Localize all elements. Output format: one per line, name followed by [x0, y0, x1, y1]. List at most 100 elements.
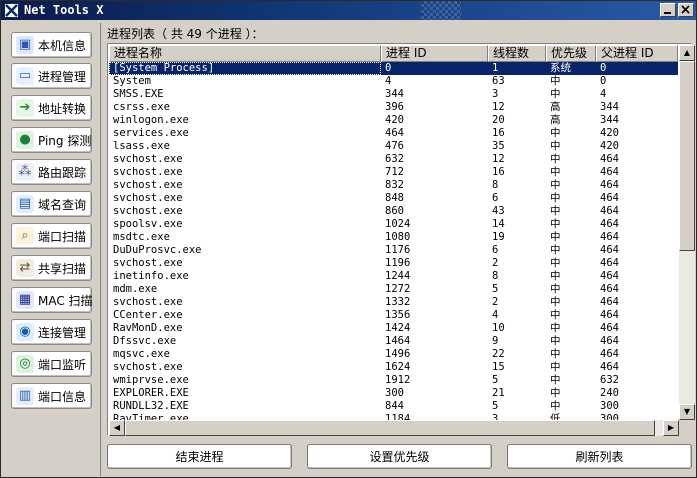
scrollbar-corner [679, 420, 695, 436]
column-header-priority[interactable]: 优先级 [546, 45, 596, 62]
title-bar[interactable]: Net Tools X [1, 1, 696, 20]
table-row[interactable]: RUNDLL32.EXE 844 5 中 300 [109, 400, 678, 413]
process-count-label: 进程列表（ 共 49 个进程 ）： [107, 27, 264, 41]
nav-domain-lookup-button[interactable]: ▤ 域名查询 [11, 191, 92, 217]
cell-pid: 1332 [385, 296, 411, 308]
table-row[interactable]: spoolsv.exe 1024 14 中 464 [109, 218, 678, 231]
nav-process-manager-button[interactable]: ▭ 进程管理 [11, 63, 92, 89]
table-row[interactable]: svchost.exe 1196 2 中 464 [109, 257, 678, 270]
share-icon: ⇄ [16, 259, 34, 277]
cell-parent-pid: 464 [600, 283, 619, 295]
cell-parent-pid: 464 [600, 348, 619, 360]
cell-parent-pid: 464 [600, 153, 619, 165]
table-row[interactable]: msdtc.exe 1080 19 中 464 [109, 231, 678, 244]
cell-pid: 1912 [385, 374, 411, 386]
app-icon [4, 3, 19, 18]
nav-label: 端口监听 [38, 357, 87, 372]
cell-process-name: spoolsv.exe [113, 218, 183, 230]
cell-parent-pid: 420 [600, 140, 619, 152]
table-row[interactable]: csrss.exe 396 12 高 344 [109, 101, 678, 114]
table-row[interactable]: CCenter.exe 1356 4 中 464 [109, 309, 678, 322]
table-row[interactable]: svchost.exe 1332 2 中 464 [109, 296, 678, 309]
table-row[interactable]: RavMonD.exe 1424 10 中 464 [109, 322, 678, 335]
scroll-down-button[interactable]: ▼ [679, 404, 695, 420]
nav-connection-manager-button[interactable]: ◉ 连接管理 [11, 319, 92, 345]
table-row[interactable]: DuDuProsvc.exe 1176 6 中 464 [109, 244, 678, 257]
cell-pid: 1496 [385, 348, 411, 360]
cell-thread-count: 20 [492, 114, 505, 126]
table-row[interactable]: Dfssvc.exe 1464 9 中 464 [109, 335, 678, 348]
scroll-left-button[interactable]: ◀ [109, 420, 125, 436]
end-process-button[interactable]: 结束进程 [107, 444, 292, 469]
cell-priority: 中 [550, 283, 561, 295]
cell-thread-count: 16 [492, 166, 505, 178]
table-row[interactable]: services.exe 464 16 中 420 [109, 127, 678, 140]
table-row[interactable]: svchost.exe 632 12 中 464 [109, 153, 678, 166]
nav-port-info-button[interactable]: ▥ 端口信息 [11, 383, 92, 409]
cell-pid: 476 [385, 140, 404, 152]
column-header-pid[interactable]: 进程 ID [381, 45, 488, 62]
table-row[interactable]: [System Process] 0 1 系统 0 [109, 62, 678, 75]
cell-thread-count: 4 [492, 309, 499, 321]
table-row[interactable]: wmiprvse.exe 1912 5 中 632 [109, 374, 678, 387]
minimize-button[interactable] [660, 3, 676, 17]
cell-thread-count: 3 [492, 88, 499, 100]
horizontal-scrollbar[interactable]: ◀ ▶ [109, 420, 679, 436]
cell-pid: 420 [385, 114, 404, 126]
nav-ping-button[interactable]: ● Ping 探测 [11, 127, 92, 153]
cell-priority: 中 [550, 153, 561, 165]
table-row[interactable]: EXPLORER.EXE 300 21 中 240 [109, 387, 678, 400]
cell-thread-count: 1 [492, 62, 499, 74]
nav-traceroute-button[interactable]: ⁂ 路由跟踪 [11, 159, 92, 185]
set-priority-button[interactable]: 设置优先级 [307, 444, 492, 469]
cell-thread-count: 10 [492, 322, 505, 334]
nav-label: 连接管理 [38, 325, 87, 340]
nav-port-scan-button[interactable]: ⌕ 端口扫描 [11, 223, 92, 249]
cell-thread-count: 5 [492, 400, 499, 412]
table-row[interactable]: svchost.exe 860 43 中 464 [109, 205, 678, 218]
nav-address-convert-button[interactable]: ➔ 地址转换 [11, 95, 92, 121]
convert-icon: ➔ [16, 99, 34, 117]
table-row[interactable]: svchost.exe 848 6 中 464 [109, 192, 678, 205]
refresh-list-button[interactable]: 刷新列表 [507, 444, 692, 469]
table-row[interactable]: lsass.exe 476 35 中 420 [109, 140, 678, 153]
cell-process-name: svchost.exe [113, 296, 183, 308]
vertical-scroll-thumb[interactable] [679, 61, 695, 251]
cell-process-name: services.exe [113, 127, 189, 139]
table-row[interactable]: winlogon.exe 420 20 高 344 [109, 114, 678, 127]
table-row[interactable]: inetinfo.exe 1244 8 中 464 [109, 270, 678, 283]
column-header-name[interactable]: 进程名称 [109, 45, 381, 62]
table-row[interactable]: svchost.exe 832 8 中 464 [109, 179, 678, 192]
column-header-threads[interactable]: 线程数 [488, 45, 546, 62]
cell-thread-count: 2 [492, 296, 499, 308]
horizontal-scroll-thumb[interactable] [125, 420, 655, 436]
nav-port-listen-button[interactable]: ◎ 端口监听 [11, 351, 92, 377]
cell-thread-count: 5 [492, 283, 499, 295]
cell-thread-count: 9 [492, 335, 499, 347]
close-button[interactable] [678, 3, 694, 17]
cell-parent-pid: 464 [600, 270, 619, 282]
table-row[interactable]: svchost.exe 1624 15 中 464 [109, 361, 678, 374]
column-header-parent-pid[interactable]: 父进程 ID [596, 45, 678, 62]
window-title: Net Tools X [24, 3, 104, 17]
table-row[interactable]: mqsvc.exe 1496 22 中 464 [109, 348, 678, 361]
cell-thread-count: 16 [492, 127, 505, 139]
keyboard-icon: ▤ [16, 195, 34, 213]
nav-mac-scan-button[interactable]: ▦ MAC 扫描 [11, 287, 93, 313]
cell-thread-count: 19 [492, 231, 505, 243]
table-row[interactable]: svchost.exe 712 16 中 464 [109, 166, 678, 179]
nav-share-scan-button[interactable]: ⇄ 共享扫描 [11, 255, 92, 281]
cell-pid: 712 [385, 166, 404, 178]
table-row[interactable]: System 4 63 中 0 [109, 75, 678, 88]
nav-local-info-button[interactable]: ▣ 本机信息 [11, 32, 92, 58]
cell-thread-count: 15 [492, 361, 505, 373]
cell-thread-count: 21 [492, 387, 505, 399]
vertical-scrollbar[interactable]: ▲ ▼ [679, 45, 695, 420]
title-decoration [421, 1, 461, 20]
cell-process-name: svchost.exe [113, 205, 183, 217]
scroll-right-button[interactable]: ▶ [663, 420, 679, 436]
table-row[interactable]: mdm.exe 1272 5 中 464 [109, 283, 678, 296]
scroll-up-button[interactable]: ▲ [679, 45, 695, 61]
table-row[interactable]: SMSS.EXE 344 3 中 4 [109, 88, 678, 101]
cell-process-name: EXPLORER.EXE [113, 387, 189, 399]
